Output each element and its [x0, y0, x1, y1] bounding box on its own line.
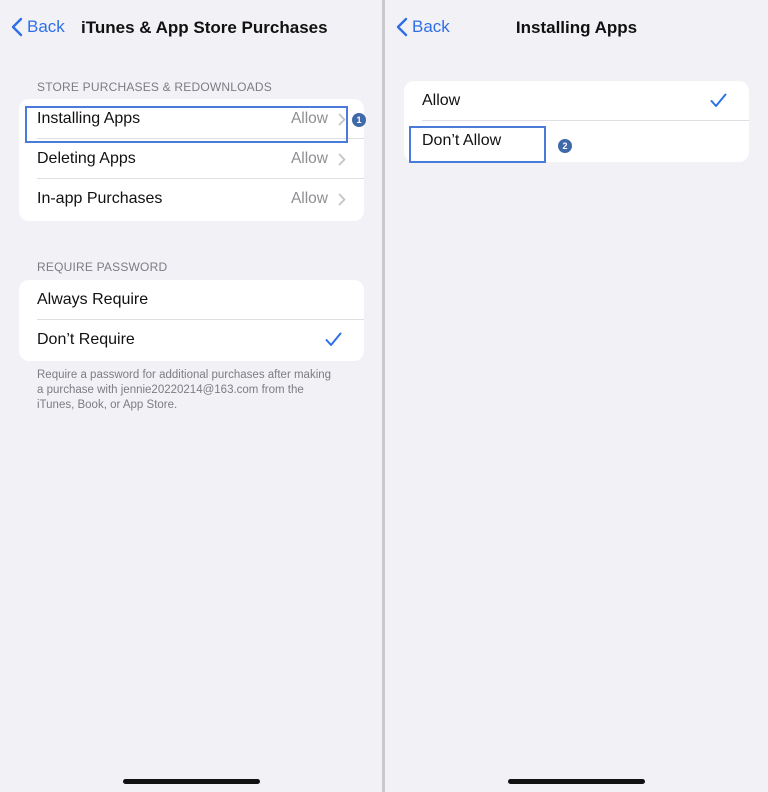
always-require-row[interactable]: Always Require	[19, 280, 364, 320]
row-value: Allow	[290, 150, 328, 167]
page-title: Installing Apps	[515, 18, 638, 37]
home-indicator[interactable]	[123, 779, 260, 784]
require-password-group: Always Require Don’t Require	[19, 280, 364, 361]
row-label: Don’t Require	[37, 331, 135, 348]
right-screen: Back Installing Apps Allow Don’t Allow 2	[385, 0, 768, 792]
row-label: Allow	[422, 92, 461, 109]
row-label: In-app Purchases	[37, 190, 163, 207]
row-label: Always Require	[37, 291, 149, 308]
row-label: Deleting Apps	[37, 150, 136, 167]
deleting-apps-row[interactable]: Deleting Apps Allow	[19, 139, 364, 179]
checkmark-icon	[710, 93, 727, 107]
checkmark-icon	[325, 332, 342, 346]
step-badge-1: 1	[352, 113, 366, 127]
in-app-purchases-row[interactable]: In-app Purchases Allow	[19, 179, 364, 219]
chevron-right-icon	[338, 193, 346, 206]
dont-allow-highlight	[409, 126, 546, 163]
chevron-left-icon	[11, 17, 23, 37]
step-badge-2: 2	[558, 139, 572, 153]
installing-apps-highlight	[25, 106, 348, 143]
left-screen: Back iTunes & App Store Purchases STORE …	[0, 0, 382, 792]
section-header-password: REQUIRE PASSWORD	[37, 260, 168, 274]
section-header-store: STORE PURCHASES & REDOWNLOADS	[37, 80, 272, 94]
allow-option-row[interactable]: Allow	[404, 81, 749, 121]
page-title: iTunes & App Store Purchases	[81, 18, 328, 37]
chevron-right-icon	[338, 153, 346, 166]
dont-require-row[interactable]: Don’t Require	[19, 320, 364, 360]
back-button[interactable]: Back	[11, 17, 65, 37]
row-value: Allow	[290, 190, 328, 207]
back-label: Back	[27, 17, 65, 36]
home-indicator[interactable]	[508, 779, 645, 784]
password-footer-note: Require a password for additional purcha…	[37, 369, 332, 411]
